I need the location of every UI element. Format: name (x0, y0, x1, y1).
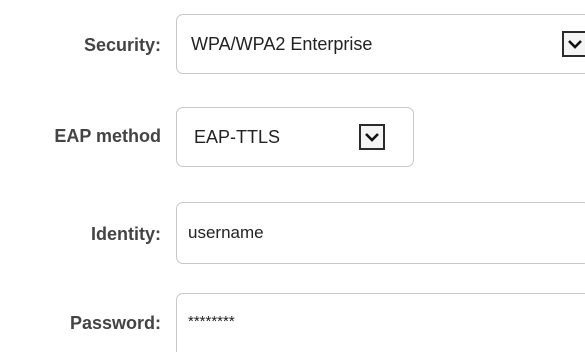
password-input[interactable]: ******** (176, 293, 585, 352)
security-dropdown-button[interactable] (562, 31, 585, 57)
password-value: ******** (188, 313, 235, 330)
chevron-down-icon (365, 133, 379, 142)
eap-method-select[interactable]: EAP-TTLS (176, 107, 414, 167)
chevron-down-icon (568, 40, 582, 49)
eap-method-dropdown-button[interactable] (359, 124, 385, 150)
security-select[interactable]: WPA/WPA2 Enterprise (176, 14, 585, 74)
identity-value: username (188, 223, 264, 242)
password-label: Password: (69, 313, 161, 333)
eap-method-selected-value: EAP-TTLS (194, 126, 281, 147)
security-selected-value: WPA/WPA2 Enterprise (191, 33, 373, 54)
wireless-security-form: Security: WPA/WPA2 Enterprise EAP method… (0, 0, 585, 352)
eap-method-label: EAP method (54, 126, 161, 146)
identity-label: Identity: (91, 224, 161, 244)
security-label: Security: (83, 35, 161, 55)
identity-input[interactable]: username (176, 202, 585, 264)
